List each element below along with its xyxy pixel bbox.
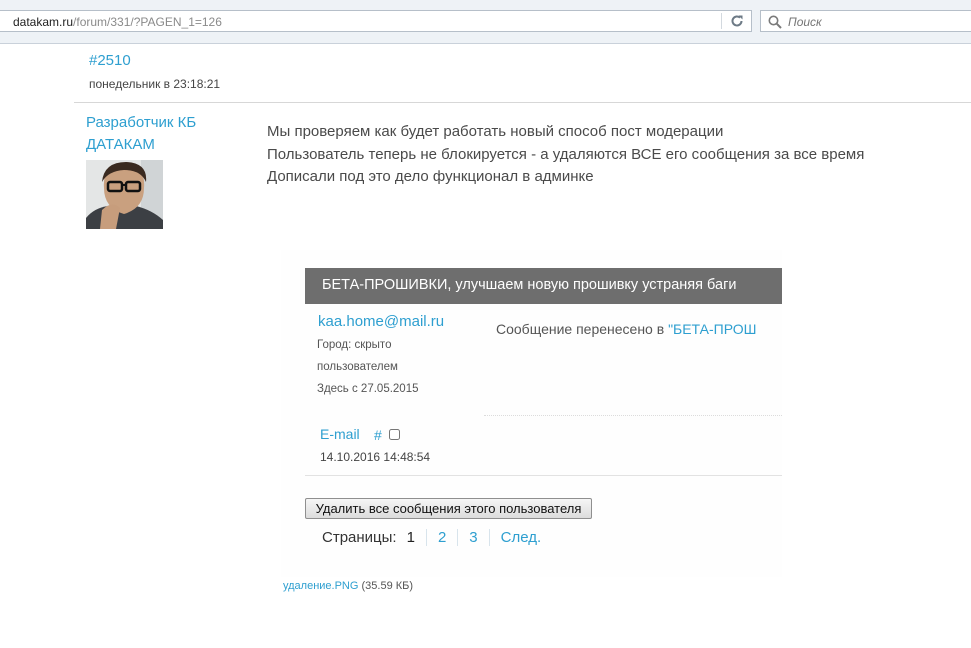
- attachment-size: (35.59 КБ): [361, 580, 414, 592]
- author-name[interactable]: Разработчик КБ ДАТАКАМ: [86, 112, 226, 156]
- reload-icon[interactable]: [729, 12, 745, 30]
- search-bar[interactable]: [760, 10, 971, 32]
- author-name-line2: ДАТАКАМ: [86, 136, 155, 153]
- address-bar[interactable]: datakam.ru/forum/331/?PAGEN_1=126: [0, 10, 752, 32]
- browser-toolbar: datakam.ru/forum/331/?PAGEN_1=126: [0, 0, 971, 44]
- post-message: Мы проверяем как будет работать новый сп…: [267, 121, 864, 189]
- post-date: понедельник в 23:18:21: [89, 77, 221, 91]
- address-divider: [721, 13, 722, 29]
- select-checkbox: [389, 429, 400, 440]
- user-info: Город: скрыто пользователем Здесь с 27.0…: [317, 334, 419, 400]
- user-city: Город: скрыто: [317, 339, 392, 351]
- url-domain: datakam.ru: [13, 15, 74, 29]
- post-divider: [74, 102, 971, 103]
- author-name-line1: Разработчик КБ: [86, 114, 197, 131]
- dotted-divider: [484, 415, 782, 416]
- search-icon: [768, 15, 782, 29]
- delete-all-messages-button: Удалить все сообщения этого пользователя: [305, 498, 592, 519]
- url-text[interactable]: datakam.ru/forum/331/?PAGEN_1=126: [13, 15, 222, 29]
- forum-banner: БЕТА-ПРОШИВКИ, улучшаем новую прошивку у…: [305, 268, 782, 304]
- email-link: E-mail: [320, 426, 360, 442]
- page-link-2: 2: [425, 529, 457, 546]
- user-since: Здесь с 27.05.2015: [317, 383, 419, 395]
- attachment-caption: удаление.PNG (35.59 КБ): [283, 580, 413, 592]
- search-input[interactable]: [786, 13, 960, 31]
- user-city-cont: пользователем: [317, 361, 398, 373]
- user-email-link: kaa.home@mail.ru: [318, 313, 445, 330]
- hash-link: #: [374, 427, 382, 443]
- screenshot-divider: [305, 475, 782, 476]
- message-line-2: Пользователь теперь не блокируется - а у…: [267, 145, 865, 163]
- post-number-link[interactable]: #2510: [89, 52, 131, 69]
- moved-link: "БЕТА-ПРОШ: [668, 321, 757, 337]
- banner-title: БЕТА-ПРОШИВКИ, улучшаем новую прошивку у…: [322, 277, 737, 293]
- attached-screenshot[interactable]: БЕТА-ПРОШИВКИ, улучшаем новую прошивку у…: [281, 250, 782, 577]
- moved-text: Сообщение перенесено в: [496, 321, 669, 337]
- message-line-1: Мы проверяем как будет работать новый сп…: [267, 123, 724, 140]
- next-page-link: След.: [488, 529, 553, 546]
- pages-label: Страницы:: [322, 529, 397, 546]
- moved-notice: Сообщение перенесено в "БЕТА-ПРОШ: [496, 321, 756, 337]
- page-current: 1: [406, 529, 415, 546]
- message-date: 14.10.2016 14:48:54: [320, 450, 431, 464]
- url-path: /forum/331/?PAGEN_1=126: [73, 15, 222, 29]
- attachment-link[interactable]: удаление.PNG: [283, 580, 358, 592]
- pagination: Страницы: 1 2 3 След.: [322, 529, 552, 546]
- message-line-3: Дописали под это дело функционал в админ…: [267, 168, 594, 185]
- avatar: [86, 160, 163, 229]
- page-link-3: 3: [457, 529, 488, 546]
